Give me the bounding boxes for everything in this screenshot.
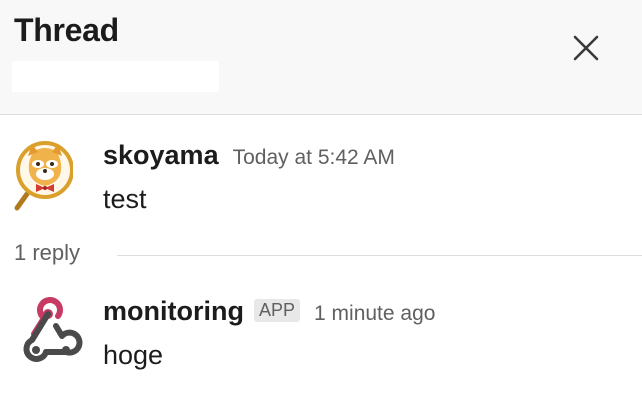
user-avatar[interactable]	[14, 138, 74, 211]
raccoon-avatar	[14, 141, 74, 211]
reply-count: 1 reply	[14, 240, 81, 265]
app-badge: APP	[253, 299, 301, 322]
message-author[interactable]: monitoring	[103, 296, 244, 326]
parent-message-header: skoyama Today at 5:42 AM	[103, 140, 395, 171]
thread-title: Thread	[14, 12, 119, 48]
thread-header: Thread	[0, 0, 642, 115]
reply-message-header: monitoring APP 1 minute ago	[103, 296, 435, 327]
close-button[interactable]	[566, 28, 606, 68]
channel-name-placeholder[interactable]	[12, 61, 219, 92]
app-avatar[interactable]	[14, 296, 83, 366]
close-icon	[573, 35, 599, 61]
message-author[interactable]: skoyama	[103, 140, 219, 170]
message-timestamp[interactable]: 1 minute ago	[314, 302, 435, 325]
message-timestamp[interactable]: Today at 5:42 AM	[233, 146, 395, 169]
webhook-icon	[23, 297, 83, 362]
divider-line	[117, 255, 642, 256]
message-text: test	[103, 184, 147, 214]
replies-divider: 1 reply	[0, 238, 642, 274]
message-text: hoge	[103, 340, 164, 370]
